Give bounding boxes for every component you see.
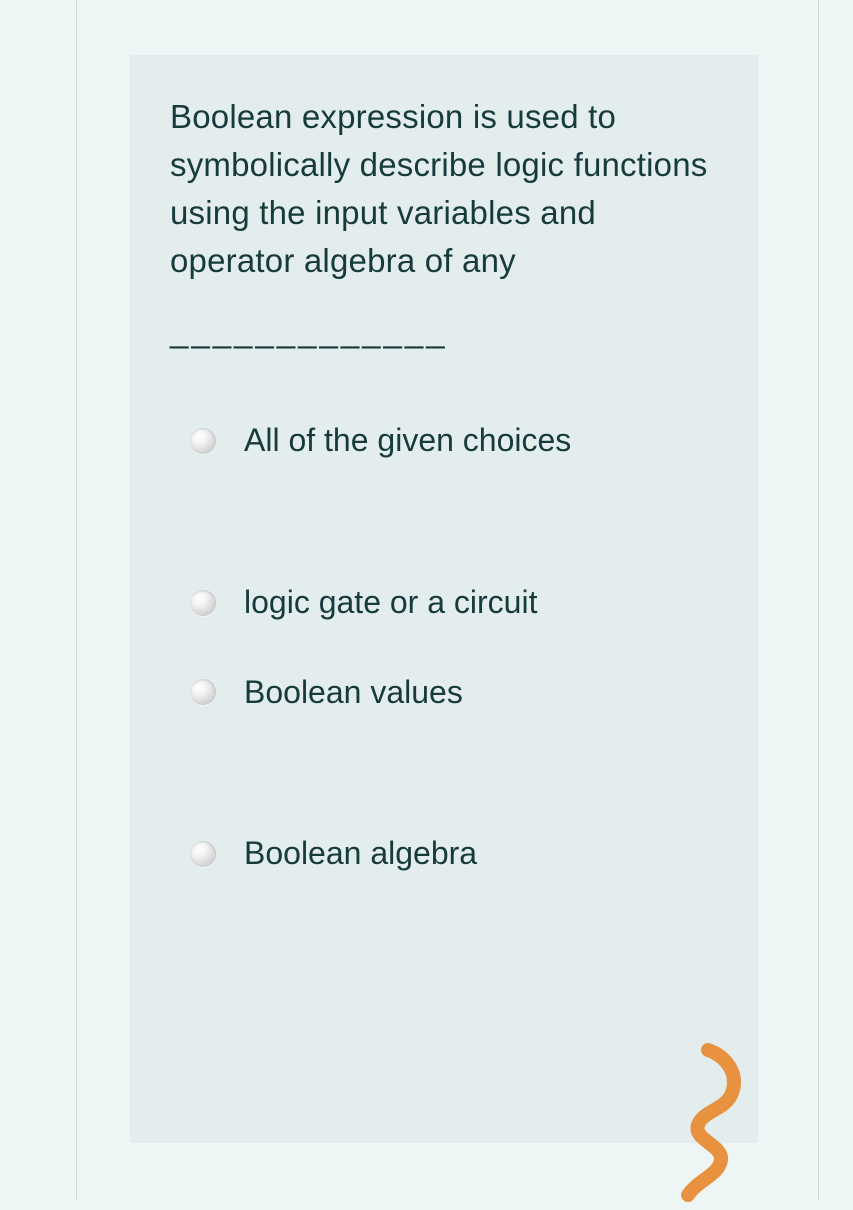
question-text: Boolean expression is used to symbolical… xyxy=(170,93,718,284)
option-label: Boolean algebra xyxy=(244,833,477,875)
option-label: logic gate or a circuit xyxy=(244,582,537,624)
option-row-0[interactable]: All of the given choices xyxy=(170,420,718,462)
option-label: Boolean values xyxy=(244,672,463,714)
option-row-2[interactable]: Boolean values xyxy=(170,672,718,714)
options-group: All of the given choices logic gate or a… xyxy=(170,420,718,874)
right-border xyxy=(818,0,819,1200)
question-card: Boolean expression is used to symbolical… xyxy=(130,55,758,1143)
radio-button[interactable] xyxy=(190,590,216,616)
option-row-3[interactable]: Boolean algebra xyxy=(170,833,718,875)
radio-button[interactable] xyxy=(190,841,216,867)
radio-button[interactable] xyxy=(190,428,216,454)
option-row-1[interactable]: logic gate or a circuit xyxy=(170,582,718,624)
question-blank: _____________ xyxy=(170,312,718,350)
option-label: All of the given choices xyxy=(244,420,571,462)
left-border xyxy=(76,0,77,1200)
radio-button[interactable] xyxy=(190,679,216,705)
